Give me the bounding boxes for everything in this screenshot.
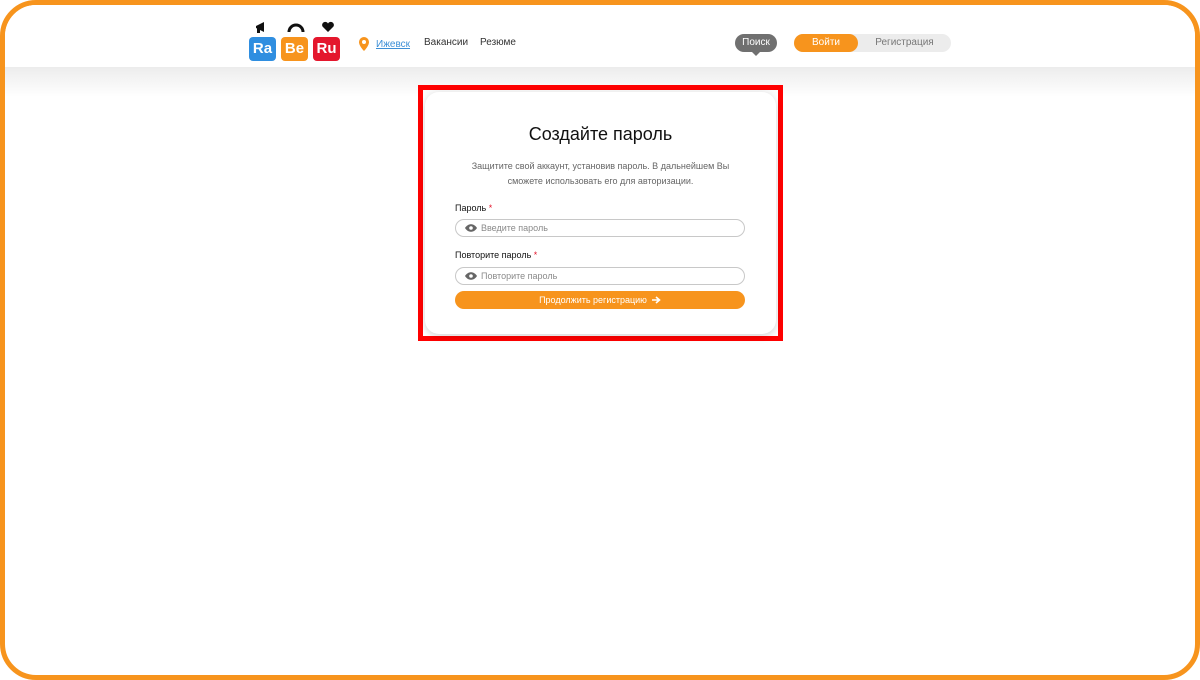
search-button[interactable]: Поиск	[735, 34, 777, 56]
eye-icon[interactable]	[465, 272, 477, 280]
nav-vacancies[interactable]: Вакансии	[424, 37, 468, 48]
nav-resumes[interactable]: Резюме	[480, 37, 516, 48]
logo-tile-ra: Ra	[249, 37, 276, 61]
password-label-text: Пароль	[455, 203, 487, 213]
password-repeat-label: Повторите пароль *	[455, 250, 537, 260]
location-pin-icon	[359, 37, 369, 51]
continue-registration-button[interactable]: Продолжить регистрацию	[455, 291, 745, 309]
register-button[interactable]: Регистрация	[858, 34, 951, 52]
password-repeat-input[interactable]	[481, 269, 736, 283]
required-mark: *	[533, 250, 538, 260]
password-input[interactable]	[481, 221, 736, 235]
logo-tile-be: Be	[281, 37, 308, 61]
city-link[interactable]: Ижевск	[376, 39, 410, 50]
logo-tile-ru: Ru	[313, 37, 340, 61]
arc-icon	[287, 23, 305, 33]
heart-icon	[322, 21, 334, 32]
required-mark: *	[488, 203, 493, 213]
auth-switch: Войти Регистрация	[794, 34, 951, 52]
eye-icon[interactable]	[465, 224, 477, 232]
app-frame: Ra Be Ru Ижевск Вакансии Резюме Поиск Во…	[0, 0, 1200, 680]
site-header: Ra Be Ru Ижевск Вакансии Резюме Поиск Во…	[5, 5, 1195, 67]
page-subtitle: Защитите свой аккаунт, установив пароль.…	[471, 161, 730, 186]
city-selector[interactable]: Ижевск	[358, 37, 410, 51]
password-field[interactable]	[455, 219, 745, 237]
password-label: Пароль *	[455, 203, 492, 213]
password-repeat-label-text: Повторите пароль	[455, 250, 532, 260]
page-title: Создайте пароль	[528, 124, 673, 144]
create-password-card: Создайте пароль Защитите свой аккаунт, у…	[425, 92, 776, 334]
continue-registration-label: Продолжить регистрацию	[539, 295, 647, 305]
site-logo[interactable]: Ra Be Ru	[249, 21, 341, 65]
megaphone-icon	[256, 22, 264, 33]
login-button[interactable]: Войти	[794, 34, 858, 52]
password-repeat-field[interactable]	[455, 267, 745, 285]
arrow-right-icon	[651, 296, 661, 304]
